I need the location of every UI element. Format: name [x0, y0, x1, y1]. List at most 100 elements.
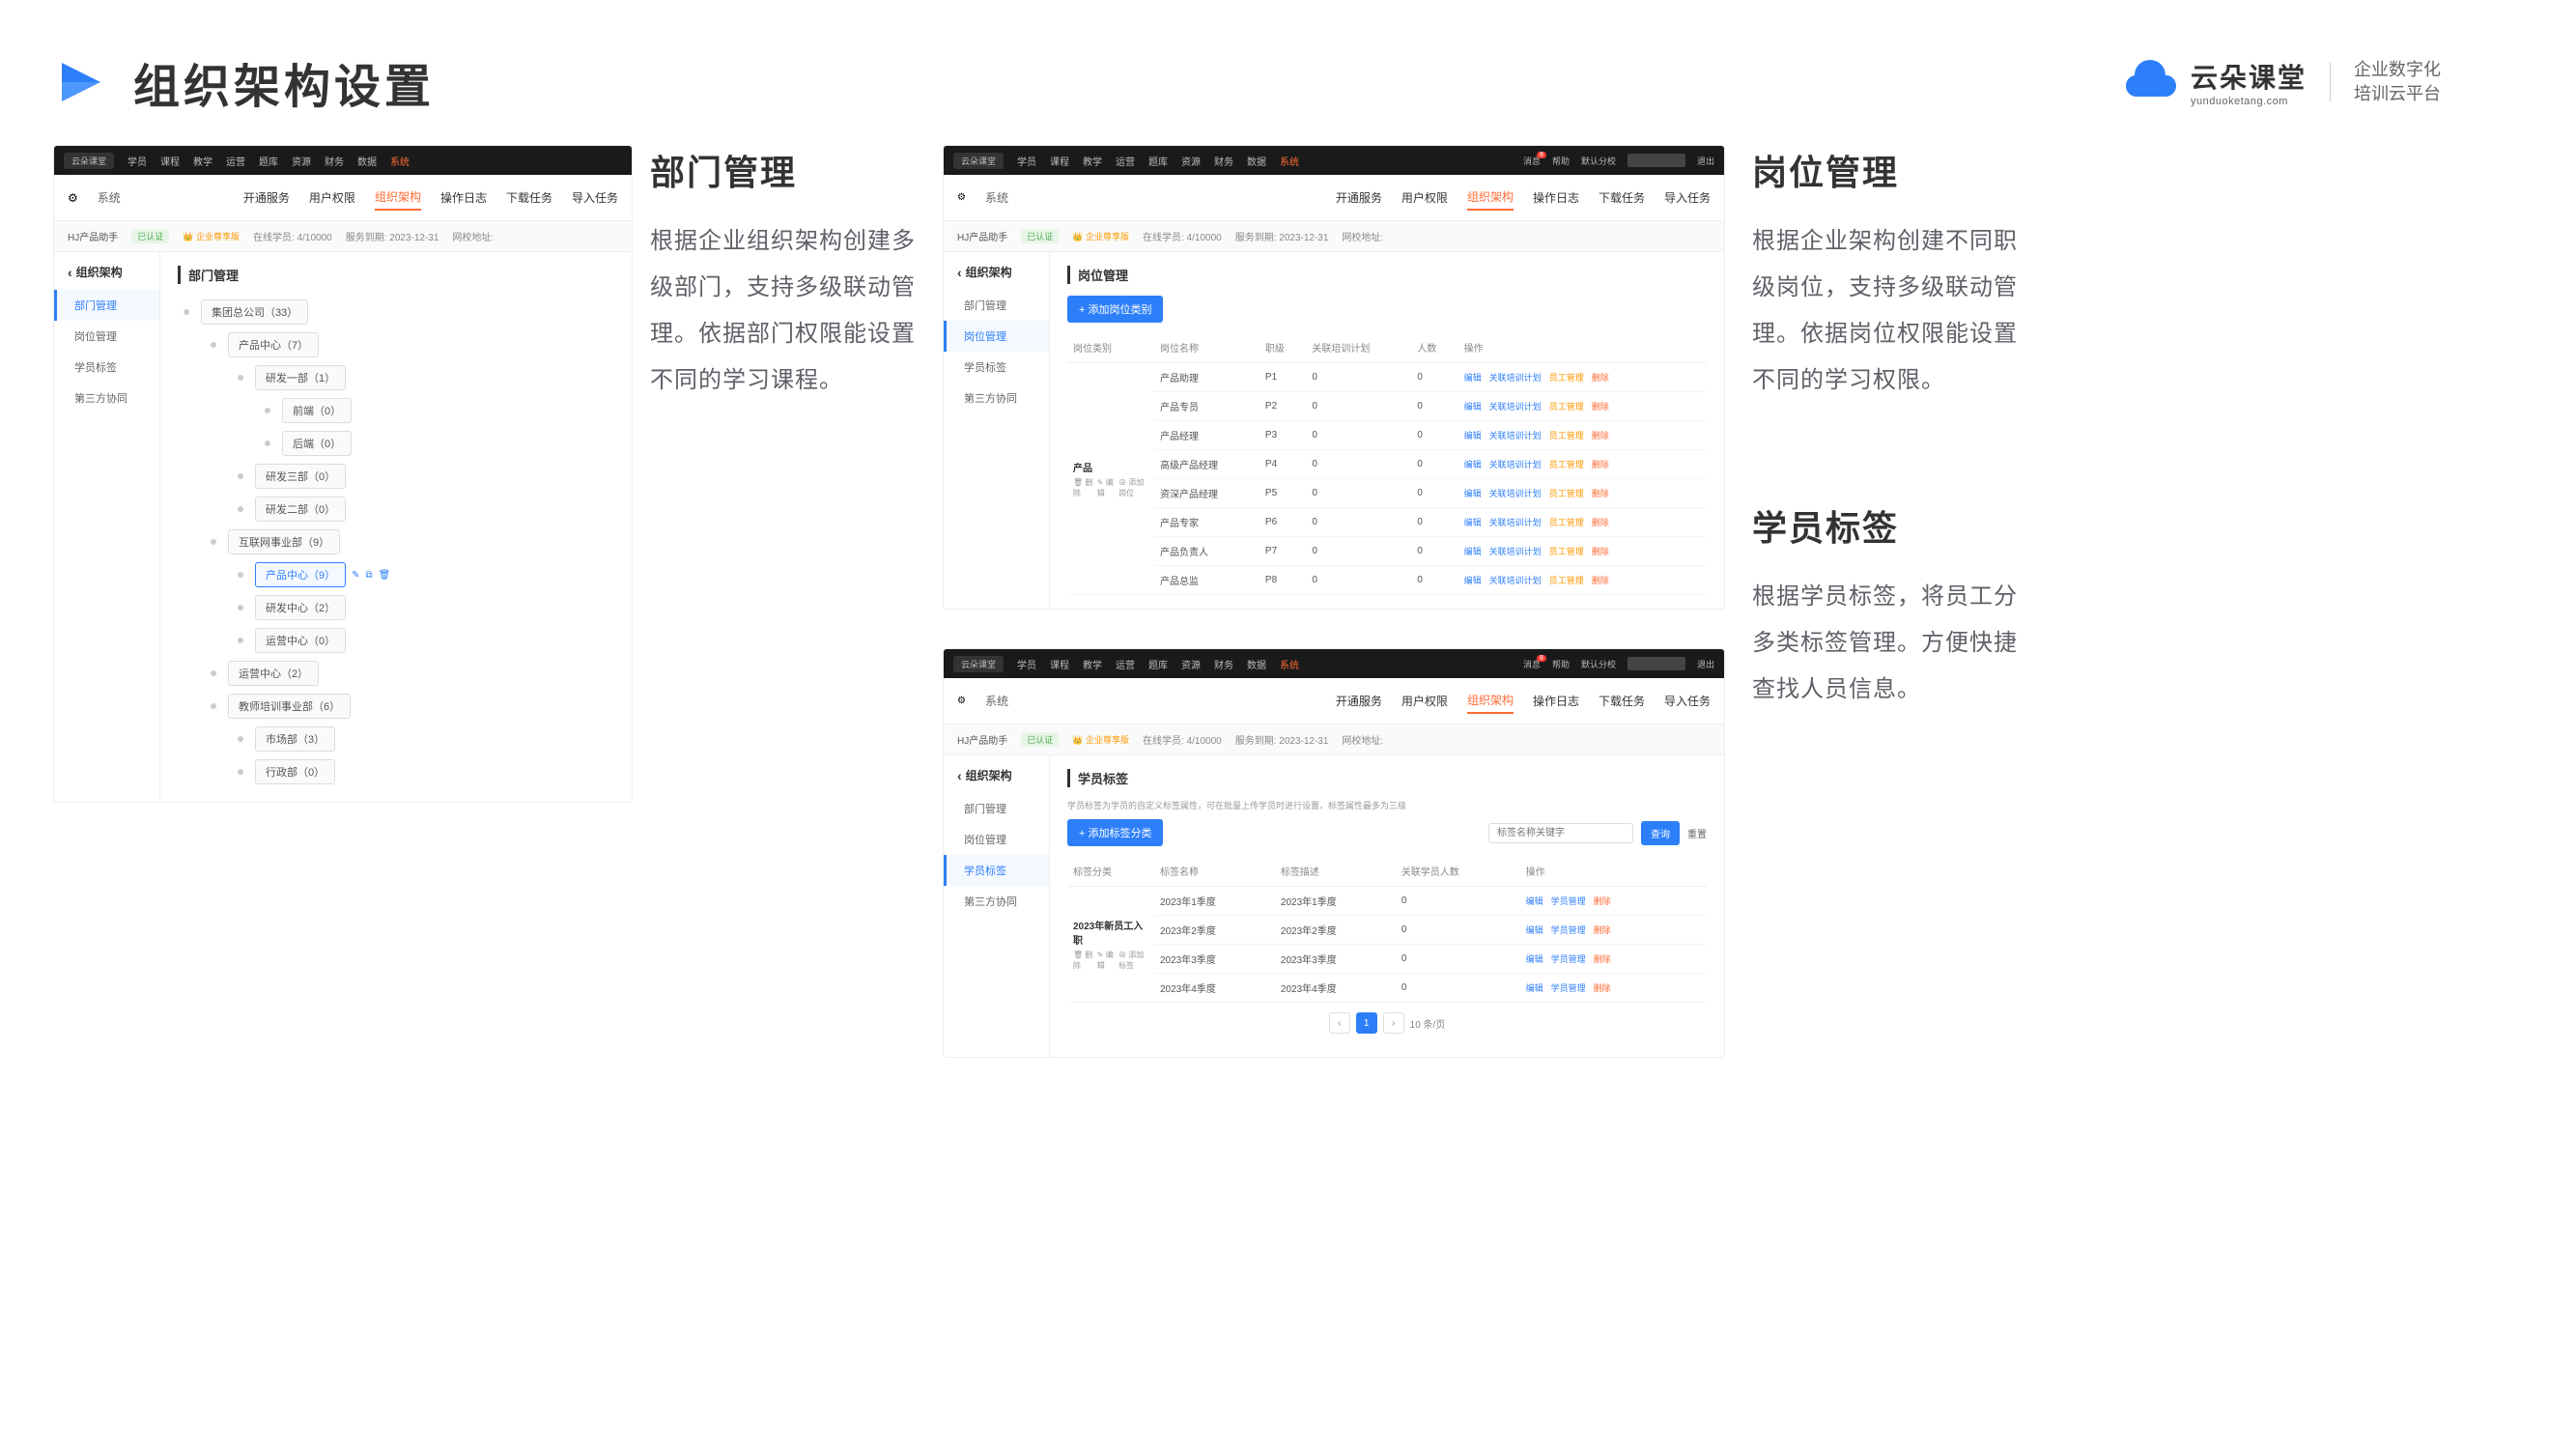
tree-node[interactable]: 市场部（3） — [232, 723, 614, 755]
nav-question[interactable]: 题库 — [259, 154, 278, 168]
op-mgr[interactable]: 学员管理 — [1551, 925, 1586, 935]
nav-resource[interactable]: 资源 — [292, 154, 311, 168]
op-del[interactable]: 删除 — [1594, 896, 1611, 906]
tab-download[interactable]: 下载任务 — [506, 185, 552, 210]
op-plan[interactable]: 关联培训计划 — [1489, 373, 1542, 383]
search-button[interactable]: 查询 — [1641, 821, 1680, 845]
sidebar-item-tag[interactable]: 学员标签 — [54, 352, 159, 383]
cat-add-icon[interactable]: ⊕ 添加岗位 — [1118, 477, 1148, 498]
op-plan[interactable]: 关联培训计划 — [1489, 402, 1542, 412]
tree-node[interactable]: 研发三部（0） — [232, 460, 614, 493]
page-1[interactable]: 1 — [1356, 1012, 1377, 1034]
op-mgr[interactable]: 员工管理 — [1549, 373, 1584, 383]
op-edit[interactable]: 编辑 — [1526, 896, 1543, 906]
op-mgr[interactable]: 员工管理 — [1549, 402, 1584, 412]
op-plan[interactable]: 关联培训计划 — [1489, 489, 1542, 498]
sidebar-item-position[interactable]: 岗位管理 — [54, 321, 159, 352]
op-plan[interactable]: 关联培训计划 — [1489, 431, 1542, 440]
op-del[interactable]: 删除 — [1592, 431, 1609, 440]
tree-node[interactable]: 集团总公司（33） — [178, 296, 614, 328]
op-plan[interactable]: 关联培训计划 — [1489, 518, 1542, 527]
add-tag-cat-button[interactable]: + 添加标签分类 — [1067, 819, 1163, 846]
op-mgr[interactable]: 学员管理 — [1551, 896, 1586, 906]
op-mgr[interactable]: 学员管理 — [1551, 954, 1586, 964]
tree-node[interactable]: 研发二部（0） — [232, 493, 614, 526]
op-edit[interactable]: 编辑 — [1464, 489, 1482, 498]
op-edit[interactable]: 编辑 — [1464, 431, 1482, 440]
op-mgr[interactable]: 员工管理 — [1549, 518, 1584, 527]
tab-log[interactable]: 操作日志 — [440, 185, 487, 210]
op-del[interactable]: 删除 — [1592, 518, 1609, 527]
op-mgr[interactable]: 员工管理 — [1549, 460, 1584, 469]
tree-node[interactable]: 运营中心（2） — [205, 657, 614, 690]
msg-link[interactable]: 消息8 — [1523, 155, 1541, 167]
cat-del-icon[interactable]: 🗑 删除 — [1073, 477, 1093, 498]
sidebar-item-3rd[interactable]: 第三方协同 — [54, 383, 159, 413]
op-edit[interactable]: 编辑 — [1464, 576, 1482, 585]
exit-link[interactable]: 退出 — [1697, 155, 1714, 167]
tree-node[interactable]: 教师培训事业部（6） — [205, 690, 614, 723]
tree-node[interactable]: 后端（0） — [259, 427, 614, 460]
op-del[interactable]: 删除 — [1594, 925, 1611, 935]
op-edit[interactable]: 编辑 — [1464, 402, 1482, 412]
page-size[interactable]: 10 条/页 — [1410, 1016, 1446, 1031]
nav-data[interactable]: 数据 — [357, 154, 377, 168]
cat-add-icon[interactable]: ⊕ 添加标签 — [1118, 950, 1148, 971]
tab-service[interactable]: 开通服务 — [243, 185, 290, 210]
op-del[interactable]: 删除 — [1594, 983, 1611, 993]
tag-search-input[interactable] — [1488, 823, 1633, 843]
nav-course[interactable]: 课程 — [160, 154, 180, 168]
tree-node[interactable]: 前端（0） — [259, 394, 614, 427]
help-link[interactable]: 帮助 — [1552, 155, 1570, 167]
reset-button[interactable]: 重置 — [1687, 826, 1707, 840]
op-edit[interactable]: 编辑 — [1464, 547, 1482, 556]
school-select[interactable]: 默认分校 — [1581, 155, 1616, 167]
tree-action-icon[interactable]: ⧉ — [366, 570, 373, 581]
sidebar-title[interactable]: 组织架构 — [54, 264, 159, 290]
nav-students[interactable]: 学员 — [127, 154, 147, 168]
cat-edit-icon[interactable]: ✎ 编辑 — [1097, 477, 1115, 498]
tree-node[interactable]: 运营中心（0） — [232, 624, 614, 657]
nav-finance[interactable]: 财务 — [325, 154, 344, 168]
op-edit[interactable]: 编辑 — [1526, 983, 1543, 993]
cat-del-icon[interactable]: 🗑 删除 — [1073, 950, 1093, 971]
user-avatar[interactable] — [1628, 154, 1685, 167]
tree-node[interactable]: 产品中心（7） — [205, 328, 614, 361]
tree-node[interactable]: 产品中心（9）✎⧉🗑 — [232, 558, 614, 591]
op-plan[interactable]: 关联培训计划 — [1489, 460, 1542, 469]
op-mgr[interactable]: 员工管理 — [1549, 431, 1584, 440]
add-position-cat-button[interactable]: + 添加岗位类别 — [1067, 296, 1163, 323]
op-edit[interactable]: 编辑 — [1464, 518, 1482, 527]
page-prev[interactable]: ‹ — [1329, 1012, 1350, 1034]
op-del[interactable]: 删除 — [1592, 547, 1609, 556]
tree-node[interactable]: 互联网事业部（9） — [205, 526, 614, 558]
op-edit[interactable]: 编辑 — [1464, 460, 1482, 469]
op-del[interactable]: 删除 — [1592, 373, 1609, 383]
nav-system[interactable]: 系统 — [390, 154, 410, 168]
op-del[interactable]: 删除 — [1592, 576, 1609, 585]
op-plan[interactable]: 关联培训计划 — [1489, 547, 1542, 556]
tree-node[interactable]: 行政部（0） — [232, 755, 614, 788]
cat-edit-icon[interactable]: ✎ 编辑 — [1097, 950, 1115, 971]
nav-teach[interactable]: 教学 — [193, 154, 212, 168]
page-next[interactable]: › — [1383, 1012, 1404, 1034]
op-mgr[interactable]: 员工管理 — [1549, 547, 1584, 556]
op-del[interactable]: 删除 — [1592, 402, 1609, 412]
op-mgr[interactable]: 员工管理 — [1549, 489, 1584, 498]
tree-node[interactable]: 研发一部（1） — [232, 361, 614, 394]
op-del[interactable]: 删除 — [1592, 489, 1609, 498]
tree-action-icon[interactable]: 🗑 — [379, 570, 391, 581]
op-del[interactable]: 删除 — [1592, 460, 1609, 469]
op-edit[interactable]: 编辑 — [1526, 954, 1543, 964]
tab-org[interactable]: 组织架构 — [375, 185, 421, 211]
op-edit[interactable]: 编辑 — [1464, 373, 1482, 383]
tree-node[interactable]: 研发中心（2） — [232, 591, 614, 624]
nav-operate[interactable]: 运营 — [226, 154, 245, 168]
op-del[interactable]: 删除 — [1594, 954, 1611, 964]
op-mgr[interactable]: 员工管理 — [1549, 576, 1584, 585]
tab-import[interactable]: 导入任务 — [572, 185, 618, 210]
op-plan[interactable]: 关联培训计划 — [1489, 576, 1542, 585]
tree-action-icon[interactable]: ✎ — [352, 570, 359, 581]
op-mgr[interactable]: 学员管理 — [1551, 983, 1586, 993]
tab-permission[interactable]: 用户权限 — [309, 185, 355, 210]
